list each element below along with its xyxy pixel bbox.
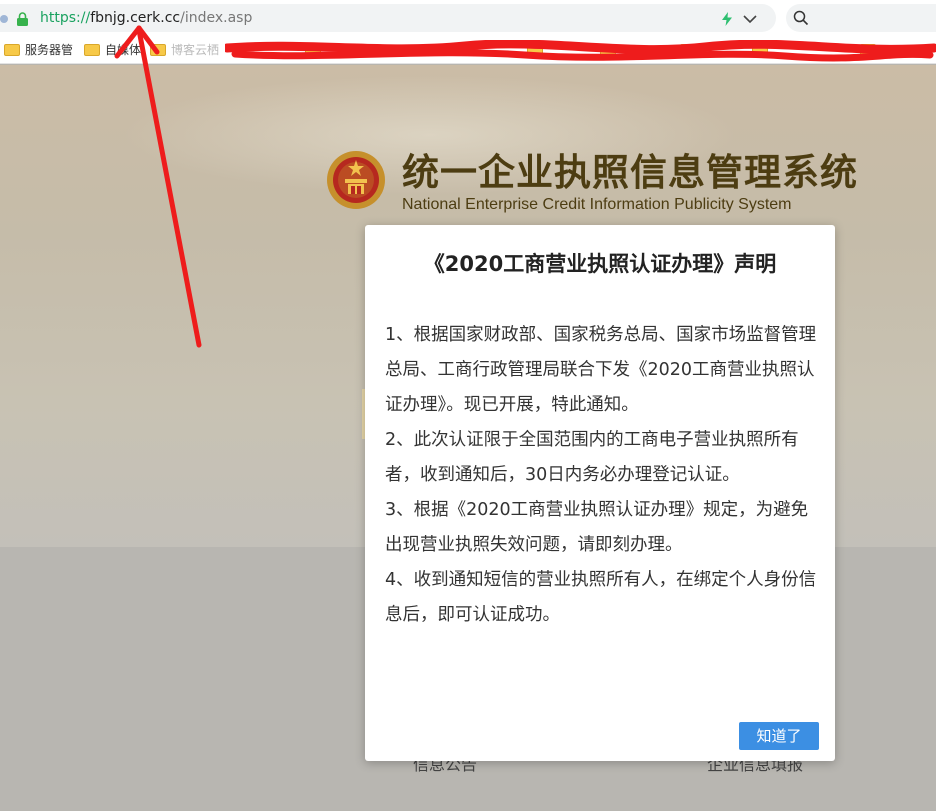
folder-icon (150, 44, 166, 56)
search-icon[interactable] (793, 10, 809, 26)
system-title: 统一企业执照信息管理系统 (402, 151, 858, 194)
folder-icon (4, 44, 20, 56)
bookmark-folder[interactable]: 服务器管 (4, 42, 73, 58)
modal-paragraph: 4、收到通知短信的营业执照所有人，在绑定个人身份信息后，即可认证成功。 (385, 570, 817, 625)
bookmark-label: 自媒体 (105, 43, 142, 57)
modal-paragraph: 3、根据《2020工商营业执照认证办理》规定，为避免出现营业执照失效问题，请即刻… (385, 500, 809, 555)
modal-paragraph: 1、根据国家财政部、国家税务总局、国家市场监督管理总局、工商行政管理局联合下发《… (385, 325, 817, 415)
lightning-icon[interactable] (721, 12, 733, 26)
announcement-modal: 《2020工商营业执照认证办理》声明 1、根据国家财政部、国家税务总局、国家市场… (365, 225, 835, 761)
lock-icon[interactable] (15, 12, 30, 26)
chevron-down-icon[interactable] (743, 14, 757, 24)
modal-title: 《2020工商营业执照认证办理》声明 (423, 252, 777, 276)
modal-paragraph: 2、此次认证限于全国范围内的工商电子营业执照所有者，收到通知后，30日内务必办理… (385, 430, 799, 485)
bookmark-label: 服务器管 (25, 43, 74, 57)
folder-icon (84, 44, 100, 56)
site-info-icon[interactable] (0, 15, 8, 23)
url-host: fbnjg.cerk.cc (90, 10, 181, 26)
address-bar[interactable]: https://fbnjg.cerk.cc/index.asp (0, 4, 776, 32)
url-path: /index.asp (180, 10, 253, 26)
address-bar-row: https://fbnjg.cerk.cc/index.asp (0, 0, 936, 36)
national-emblem-icon (327, 151, 385, 209)
url-text[interactable]: https://fbnjg.cerk.cc/index.asp (40, 10, 252, 26)
ok-button[interactable]: 知道了 (739, 722, 819, 750)
modal-body: 1、根据国家财政部、国家税务总局、国家市场监督管理总局、工商行政管理局联合下发《… (385, 318, 819, 633)
url-scheme: https:// (40, 10, 91, 26)
redaction-scribble (225, 40, 936, 62)
bookmark-label: 博客云栖 (171, 43, 220, 57)
bookmark-folder[interactable]: 自媒体 (84, 42, 141, 58)
search-box[interactable] (786, 4, 936, 32)
bookmark-folder[interactable]: 博客云栖 (150, 42, 219, 58)
system-subtitle: National Enterprise Credit Information P… (402, 196, 792, 213)
